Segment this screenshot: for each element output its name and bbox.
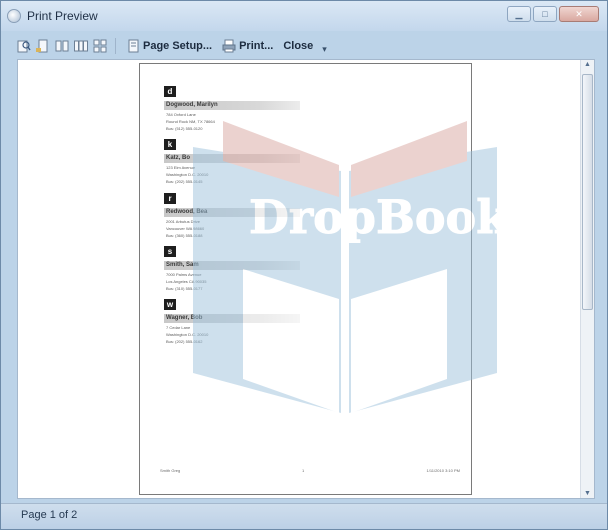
maximize-button[interactable]: □ xyxy=(533,6,557,22)
index-letter: d xyxy=(164,86,176,97)
phone-line: Bus: (310) 555-0177 xyxy=(166,286,203,291)
phone-line: Bus: (202) 555-0162 xyxy=(166,339,203,344)
print-button[interactable]: Print... xyxy=(219,38,276,54)
list-item: k Katz, Bo 123 Elm Avenue Washington D.C… xyxy=(164,139,304,184)
page-setup-icon xyxy=(126,39,140,53)
toolbar-overflow-icon[interactable]: ▾ xyxy=(322,44,327,55)
close-button[interactable]: Close xyxy=(280,39,316,53)
phone-line: Bus: (202) 555-0145 xyxy=(166,179,203,184)
toolbar-separator xyxy=(115,38,116,54)
index-letter: s xyxy=(164,246,176,257)
minimize-button[interactable]: ▁ xyxy=(507,6,531,22)
address-line: Washington D.C. 20010 xyxy=(166,332,209,337)
address-line: 123 Elm Avenue xyxy=(166,165,196,170)
list-item: w Wagner, Bob 7 Cedar Lane Washington D.… xyxy=(164,299,304,344)
address-line: 2001 Arbutus Drive xyxy=(166,219,201,224)
scroll-thumb[interactable] xyxy=(582,74,593,310)
address-line: Round Rock NM, TX 78664 xyxy=(166,119,215,124)
contact-name: Smith, Sam xyxy=(164,261,300,270)
maximize-icon: □ xyxy=(542,9,548,19)
list-item: d Dogwood, Marilyn 784 Oxford Lane Round… xyxy=(164,86,304,131)
three-page-icon[interactable] xyxy=(74,39,88,53)
vertical-scrollbar[interactable]: ▲ ▼ xyxy=(580,60,594,498)
list-item: s Smith, Sam 7000 Palms Avenue Los Angel… xyxy=(164,246,304,291)
address-line: Vancouver WA 98660 xyxy=(166,226,205,231)
print-label: Print... xyxy=(239,40,274,52)
one-page-icon[interactable] xyxy=(36,39,50,53)
contact-name: Dogwood, Marilyn xyxy=(164,101,300,110)
footer-author: Smith Greg xyxy=(160,468,181,473)
scroll-up-icon[interactable]: ▲ xyxy=(583,61,592,68)
list-item: r Redwood, Bea 2001 Arbutus Drive Vancou… xyxy=(164,193,304,238)
zoom-icon[interactable] xyxy=(17,39,31,53)
close-icon: ✕ xyxy=(575,8,583,19)
footer-date: 1/11/2010 3:10 PM xyxy=(426,468,460,473)
status-bar: Page 1 of 2 xyxy=(1,503,607,529)
address-line: 7000 Palms Avenue xyxy=(166,272,202,277)
phone-line: Bus: (512) 555-0120 xyxy=(166,126,203,131)
close-label: Close xyxy=(283,40,314,52)
preview-page: d Dogwood, Marilyn 784 Oxford Lane Round… xyxy=(139,63,472,495)
print-preview-window: Print Preview ▁ □ ✕ Page Setup... Print.… xyxy=(0,0,608,530)
contact-name: Wagner, Bob xyxy=(164,314,300,323)
footer-page-number: 1 xyxy=(302,468,305,473)
window-title: Print Preview xyxy=(27,9,98,23)
two-page-icon[interactable] xyxy=(55,39,69,53)
printer-icon xyxy=(222,39,236,53)
page-indicator: Page 1 of 2 xyxy=(21,509,78,521)
six-page-icon[interactable] xyxy=(93,39,107,53)
scroll-down-icon[interactable]: ▼ xyxy=(583,490,592,497)
page-setup-label: Page Setup... xyxy=(143,40,213,52)
window-controls: ▁ □ ✕ xyxy=(507,6,599,22)
preview-area[interactable]: d Dogwood, Marilyn 784 Oxford Lane Round… xyxy=(17,59,595,499)
close-window-button[interactable]: ✕ xyxy=(559,6,599,22)
index-letter: k xyxy=(164,139,176,150)
minimize-icon: ▁ xyxy=(515,8,523,19)
index-letter: w xyxy=(164,299,176,310)
address-line: Washington D.C. 20010 xyxy=(166,172,209,177)
address-line: 7 Cedar Lane xyxy=(166,325,191,330)
page-setup-button[interactable]: Page Setup... xyxy=(123,38,215,54)
page-footer: Smith Greg 1 1/11/2010 3:10 PM xyxy=(160,468,460,476)
app-icon xyxy=(7,9,21,23)
title-bar[interactable]: Print Preview ▁ □ ✕ xyxy=(1,1,607,31)
contact-name: Redwood, Bea xyxy=(164,208,300,217)
phone-line: Bus: (360) 555-0188 xyxy=(166,233,203,238)
index-letter: r xyxy=(164,193,176,204)
address-line: 784 Oxford Lane xyxy=(166,112,196,117)
address-line: Los Angeles CA 90035 xyxy=(166,279,207,284)
contact-name: Katz, Bo xyxy=(164,154,300,163)
toolbar: Page Setup... Print... Close ▾ xyxy=(17,35,593,57)
